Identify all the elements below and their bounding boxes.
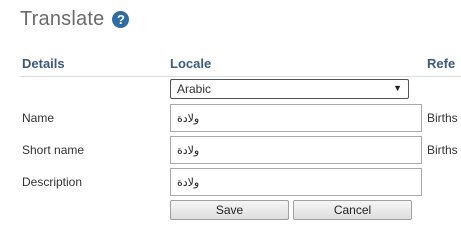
column-header-reference: Refe (427, 56, 456, 71)
page-title: Translate (20, 7, 105, 30)
description-label: Description (22, 175, 83, 189)
column-header-locale: Locale (170, 56, 212, 71)
name-reference-value: Births (427, 111, 458, 125)
cancel-button[interactable]: Cancel (293, 200, 412, 220)
locale-select[interactable]: Arabic ▼ (170, 79, 409, 99)
column-header-details: Details (22, 56, 65, 71)
locale-select-value: Arabic (177, 82, 212, 96)
name-label: Name (22, 111, 55, 125)
short-name-translation-input[interactable]: ولادة (170, 136, 422, 164)
title-row: Translate ? (20, 6, 130, 32)
description-translation-input[interactable]: ولادة (170, 168, 422, 196)
short-name-label: Short name (22, 143, 85, 157)
save-button[interactable]: Save (170, 200, 289, 220)
translate-page: Translate ? Details Locale Refe Arabic ▼… (0, 0, 461, 247)
short-name-reference-value: Births (427, 143, 458, 157)
header-divider (20, 76, 461, 77)
name-translation-input[interactable]: ولادة (170, 104, 422, 132)
chevron-down-icon: ▼ (393, 83, 402, 93)
help-icon[interactable]: ? (112, 10, 130, 28)
